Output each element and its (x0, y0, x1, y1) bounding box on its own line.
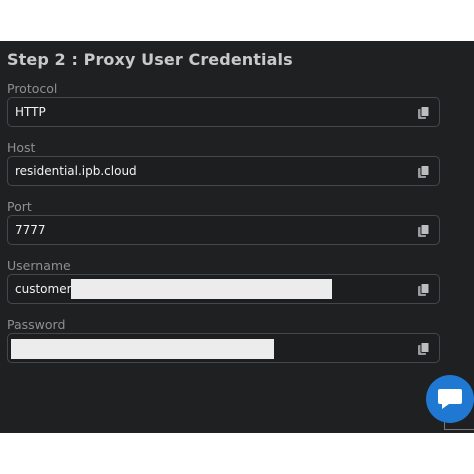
host-field[interactable]: residential.ipb.cloud (7, 156, 440, 186)
copy-icon (418, 342, 430, 355)
panel-corner-border-bottom (444, 429, 474, 430)
protocol-value: HTTP (15, 105, 46, 119)
copy-protocol-button[interactable] (417, 105, 430, 119)
redacted-password-block (11, 339, 274, 359)
panel-title: Step 2 : Proxy User Credentials (7, 50, 293, 69)
host-label: Host (7, 140, 36, 155)
proxy-credentials-panel: Step 2 : Proxy User Credentials Protocol… (0, 41, 474, 433)
copy-host-button[interactable] (417, 164, 430, 178)
password-field[interactable] (7, 333, 440, 363)
username-field[interactable]: customer-r (7, 274, 440, 304)
copy-icon (418, 283, 430, 296)
chat-button[interactable] (426, 375, 474, 423)
host-value: residential.ipb.cloud (15, 164, 137, 178)
copy-icon (418, 106, 430, 119)
password-label: Password (7, 317, 66, 332)
username-label: Username (7, 258, 71, 273)
copy-password-button[interactable] (417, 341, 430, 355)
port-value: 7777 (15, 223, 46, 237)
chat-bubble-icon (438, 389, 462, 409)
port-field[interactable]: 7777 (7, 215, 440, 245)
port-label: Port (7, 199, 32, 214)
protocol-label: Protocol (7, 81, 58, 96)
copy-icon (418, 224, 430, 237)
copy-username-button[interactable] (417, 282, 430, 296)
protocol-field[interactable]: HTTP (7, 97, 440, 127)
redacted-username-block (71, 279, 332, 299)
copy-icon (418, 165, 430, 178)
copy-port-button[interactable] (417, 223, 430, 237)
